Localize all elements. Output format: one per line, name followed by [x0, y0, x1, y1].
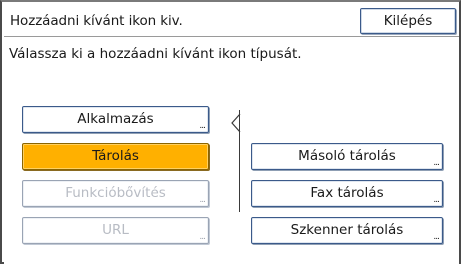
url-button-label: URL	[102, 222, 129, 238]
function-extension-button[interactable]: Funkcióbővítés ...	[22, 180, 209, 207]
copier-storage-button-label: Másoló tárolás	[298, 148, 396, 164]
url-button[interactable]: URL ...	[22, 217, 209, 244]
dialog-title: Hozzáadni kívánt ikon kiv.	[10, 13, 183, 29]
more-indicator: ...	[199, 232, 206, 242]
more-indicator: ...	[199, 121, 206, 131]
scanner-storage-button[interactable]: Szkenner tárolás ...	[251, 217, 443, 244]
copier-storage-button[interactable]: Másoló tárolás ...	[251, 143, 443, 170]
more-indicator: ...	[199, 195, 206, 205]
storage-button-label: Tárolás	[92, 148, 139, 164]
more-indicator: ...	[433, 158, 440, 168]
exit-button[interactable]: Kilépés	[360, 8, 456, 34]
bracket-line	[239, 110, 240, 212]
title-bar: Hozzáadni kívánt ikon kiv. Kilépés	[4, 4, 459, 37]
more-indicator: ...	[433, 232, 440, 242]
fax-storage-button[interactable]: Fax tárolás ...	[251, 180, 443, 207]
scanner-storage-button-label: Szkenner tárolás	[290, 222, 404, 238]
instruction-text: Válassza ki a hozzáadni kívánt ikon típu…	[9, 46, 302, 62]
fax-storage-button-label: Fax tárolás	[310, 185, 384, 201]
dialog-window: Hozzáadni kívánt ikon kiv. Kilépés Válas…	[0, 0, 461, 264]
more-indicator: ...	[433, 195, 440, 205]
function-extension-button-label: Funkcióbővítés	[65, 185, 166, 201]
storage-button[interactable]: Tárolás	[22, 143, 209, 170]
application-button[interactable]: Alkalmazás ...	[22, 106, 209, 133]
application-button-label: Alkalmazás	[77, 111, 154, 127]
